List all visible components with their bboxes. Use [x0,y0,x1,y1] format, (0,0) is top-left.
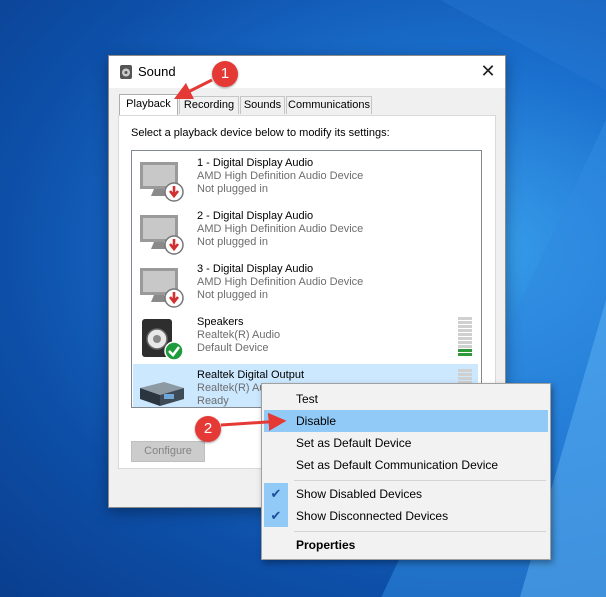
instruction-text: Select a playback device below to modify… [131,127,390,139]
tab-communications[interactable]: Communications [286,96,372,114]
menu-separator [294,531,546,532]
tab-sounds[interactable]: Sounds [240,96,285,114]
device-name: 1 - Digital Display Audio [197,157,314,169]
unplugged-icon [164,235,184,255]
context-menu: Test Disable Set as Default Device Set a… [261,383,551,560]
device-row[interactable]: 2 - Digital Display Audio AMD High Defin… [133,205,478,258]
window-title: Sound [138,64,176,79]
device-status: Default Device [197,342,269,354]
device-driver: AMD High Definition Audio Device [197,276,364,288]
device-list[interactable]: 1 - Digital Display Audio AMD High Defin… [131,150,482,408]
device-status: Not plugged in [197,183,268,195]
menu-item-show-disabled[interactable]: ✔ Show Disabled Devices [264,483,548,505]
unplugged-icon [164,182,184,202]
menu-item-label: Show Disconnected Devices [296,509,449,523]
monitor-icon [140,215,184,255]
menu-item-set-default-communication[interactable]: Set as Default Communication Device [264,454,548,476]
tab-recording[interactable]: Recording [179,96,239,114]
menu-item-disable[interactable]: Disable [264,410,548,432]
menu-item-label: Disable [296,414,337,428]
speaker-icon [120,65,132,79]
digital-output-icon [140,382,184,406]
device-status: Ready [197,395,229,407]
monitor-icon [140,268,184,308]
device-row[interactable]: 3 - Digital Display Audio AMD High Defin… [133,258,478,311]
menu-item-show-disconnected[interactable]: ✔ Show Disconnected Devices [264,505,548,527]
device-row[interactable]: 1 - Digital Display Audio AMD High Defin… [133,152,478,205]
device-row[interactable]: Speakers Realtek(R) Audio Default Device [133,311,478,364]
speaker-icon [142,319,184,361]
close-button[interactable]: ✕ [479,62,497,80]
monitor-icon [140,162,184,202]
tab-playback[interactable]: Playback [119,94,178,115]
menu-item-label: Show Disabled Devices [296,487,423,501]
device-name: Realtek Digital Output [197,369,304,381]
volume-meter [458,317,472,357]
step-2-callout: 2 [195,416,221,442]
device-status: Not plugged in [197,289,268,301]
menu-item-properties[interactable]: Properties [264,534,548,556]
device-driver: Realtek(R) Au [197,382,266,394]
step-1-callout: 1 [212,61,238,87]
menu-item-label: Set as Default Communication Device [296,458,499,472]
menu-separator [294,480,546,481]
device-driver: Realtek(R) Audio [197,329,281,341]
device-driver: AMD High Definition Audio Device [197,170,364,182]
device-name: 3 - Digital Display Audio [197,263,314,275]
checkmark-icon: ✔ [264,483,288,505]
device-name: Speakers [197,316,244,328]
menu-item-set-default[interactable]: Set as Default Device [264,432,548,454]
device-status: Not plugged in [197,236,268,248]
default-check-icon [164,341,184,361]
device-name: 2 - Digital Display Audio [197,210,314,222]
menu-item-label: Properties [296,538,356,552]
checkmark-icon: ✔ [264,505,288,527]
unplugged-icon [164,288,184,308]
menu-item-label: Test [296,392,319,406]
menu-item-test[interactable]: Test [264,388,548,410]
title-bar: Sound ✕ [109,56,505,88]
device-driver: AMD High Definition Audio Device [197,223,364,235]
menu-item-label: Set as Default Device [296,436,412,450]
configure-button[interactable]: Configure [131,441,205,462]
